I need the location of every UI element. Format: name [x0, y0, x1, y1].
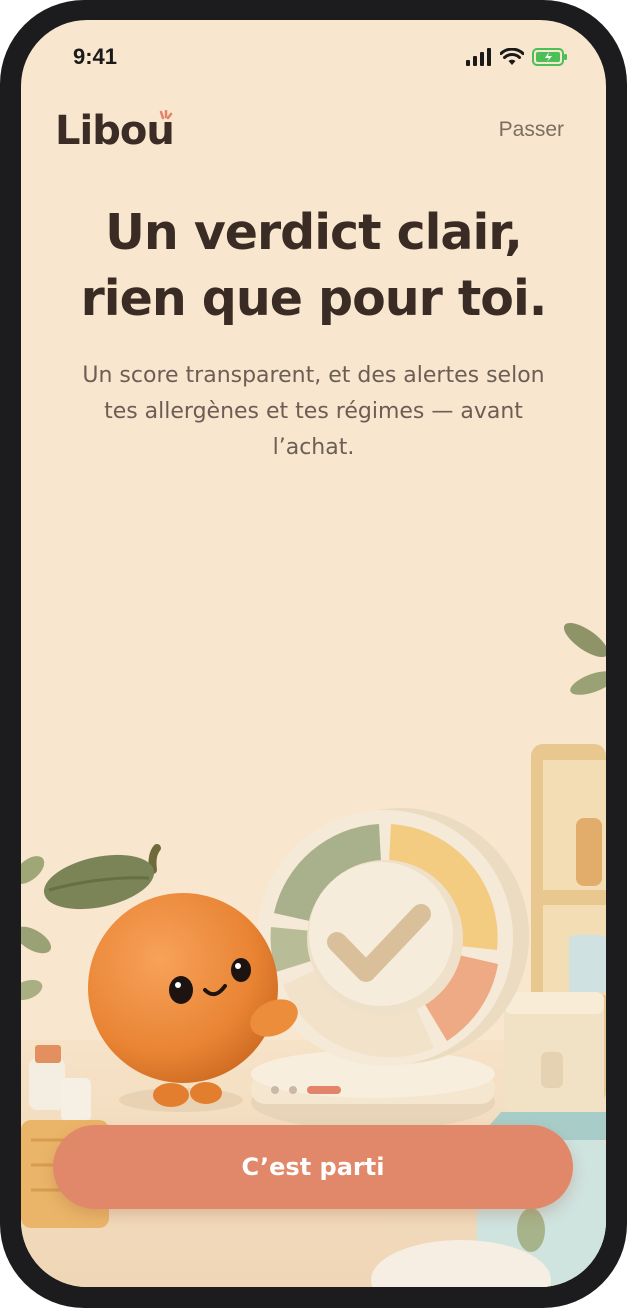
- start-button[interactable]: C’est parti: [53, 1125, 573, 1209]
- subtitle-line: l’achat.: [272, 435, 355, 460]
- plant-right: [563, 622, 606, 695]
- page-dot[interactable]: [289, 1086, 297, 1094]
- brand-logo: Libou: [55, 108, 175, 154]
- subtitle-line: tes allergènes et tes régimes — avant: [104, 399, 523, 424]
- page-dot-active[interactable]: [307, 1086, 341, 1094]
- headline-line: rien que pour toi.: [80, 270, 548, 327]
- plant-left: [21, 856, 52, 1001]
- onboarding-headline: Un verdict clair, rien que pour toi.: [41, 200, 586, 332]
- wifi-icon: [500, 48, 524, 65]
- score-dial: [251, 808, 529, 1130]
- headline-line: Un verdict clair,: [105, 204, 523, 261]
- logo-spark-icon: [159, 110, 173, 120]
- status-icons: [466, 48, 568, 66]
- subtitle-line: Un score transparent, et des alertes sel…: [82, 363, 545, 388]
- device-frame: 9:41 Libou Passer Un verdict clair, rien…: [0, 0, 627, 1308]
- skip-button[interactable]: Passer: [499, 118, 564, 142]
- onboarding-subtitle: Un score transparent, et des alertes sel…: [71, 358, 556, 466]
- status-bar: 9:41: [21, 20, 606, 95]
- page-dot[interactable]: [271, 1086, 279, 1094]
- status-time: 9:41: [73, 44, 118, 69]
- battery-icon: [532, 48, 567, 66]
- onboarding-screen: 9:41 Libou Passer Un verdict clair, rien…: [21, 20, 606, 1287]
- page-indicator: [271, 1086, 341, 1094]
- signal-icon: [466, 48, 491, 66]
- milk-box: [504, 992, 604, 1112]
